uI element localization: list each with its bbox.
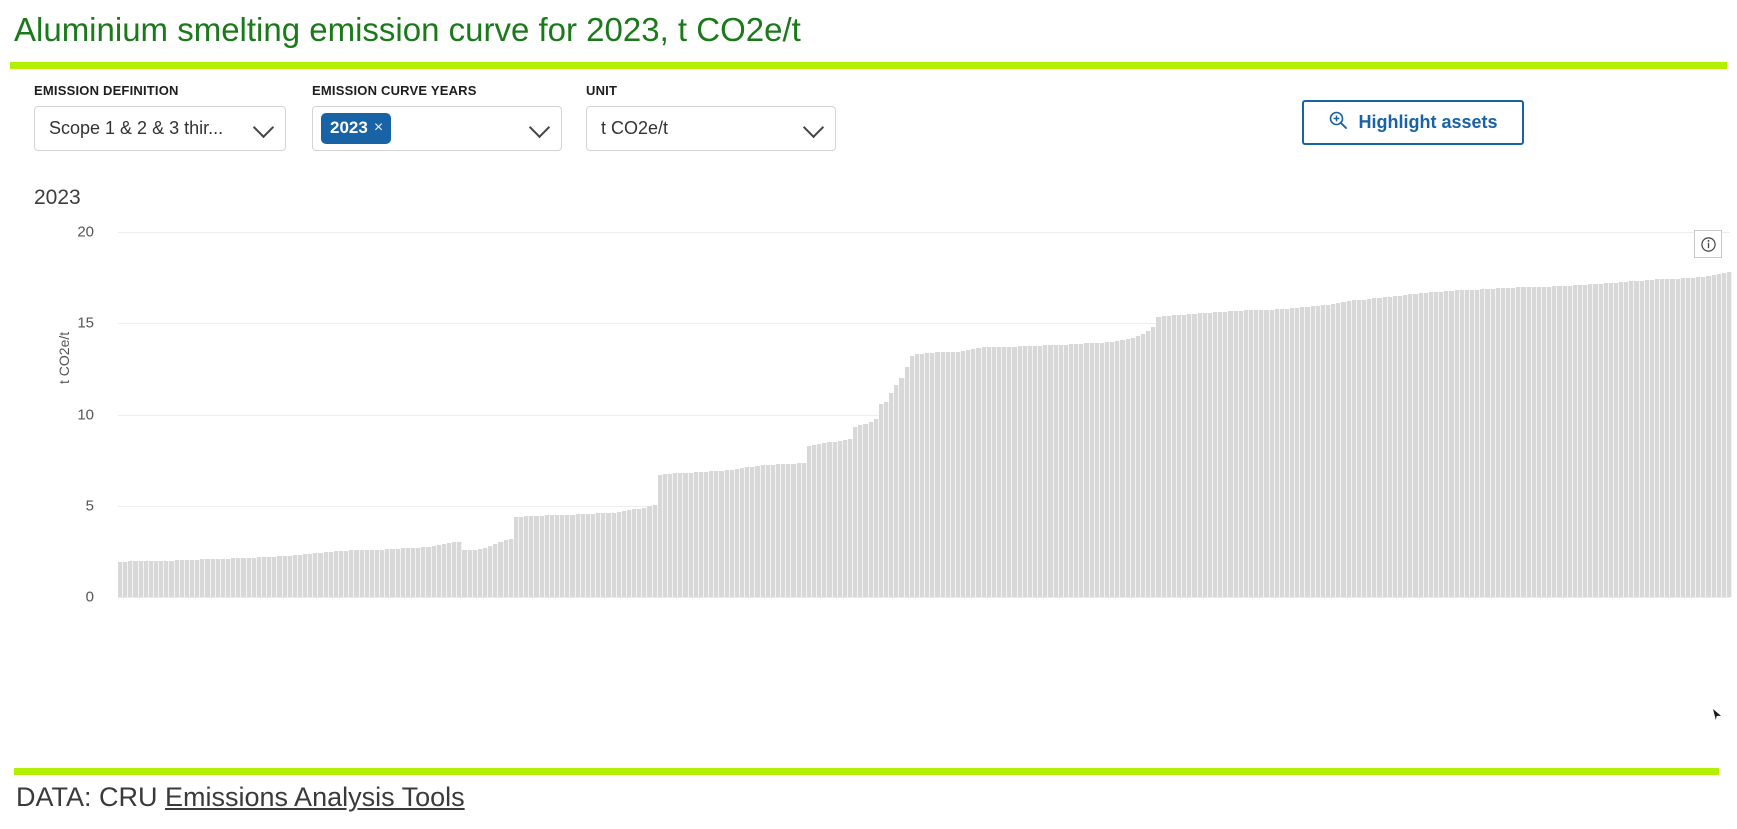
filter-unit: UNIT t CO2e/t: [586, 83, 836, 151]
unit-value: t CO2e/t: [601, 118, 669, 138]
zoom-in-icon: [1328, 110, 1348, 135]
footer-credit: DATA: CRU Emissions Analysis Tools: [16, 782, 465, 813]
filter-emission-curve-years: EMISSION CURVE YEARS 2023 ×: [312, 83, 562, 151]
chart-subtitle: 2023: [34, 186, 81, 209]
plot-wrapper: t CO2e/t 0 5 10 15 20: [0, 224, 1737, 606]
y-tick-label: 20: [77, 223, 94, 241]
page-title: Aluminium smelting emission curve for 20…: [14, 11, 801, 48]
y-tick-label: 5: [85, 497, 94, 515]
title-bar: Aluminium smelting emission curve for 20…: [0, 0, 1737, 56]
highlight-assets-button[interactable]: Highlight assets: [1302, 100, 1524, 145]
y-axis-tick-labels: 0 5 10 15 20: [0, 224, 110, 606]
chevron-down-icon: [252, 116, 275, 138]
chevron-down-icon: [802, 116, 825, 138]
year-chip-2023[interactable]: 2023 ×: [321, 113, 392, 144]
year-chip-label: 2023: [330, 118, 368, 137]
title-underline-rule: [10, 62, 1727, 69]
info-icon[interactable]: [1694, 230, 1722, 258]
emission-curve-years-select[interactable]: 2023 ×: [312, 106, 562, 151]
unit-select[interactable]: t CO2e/t: [586, 106, 836, 151]
emission-curve-years-label: EMISSION CURVE YEARS: [312, 83, 477, 98]
emission-definition-value: Scope 1 & 2 & 3 thir...: [49, 118, 224, 138]
emission-definition-select[interactable]: Scope 1 & 2 & 3 thir...: [34, 106, 286, 151]
chart-panel: 2023 t CO2e/t 0 5 10 15 20: [0, 174, 1737, 606]
filter-emission-definition: EMISSION DEFINITION Scope 1 & 2 & 3 thir…: [34, 83, 286, 151]
filters-toolbar: EMISSION DEFINITION Scope 1 & 2 & 3 thir…: [0, 69, 1737, 174]
footer-rule: [14, 768, 1719, 775]
emissions-analysis-tools-link[interactable]: Emissions Analysis Tools: [165, 782, 465, 812]
close-icon[interactable]: ×: [374, 119, 383, 137]
mouse-cursor: [1713, 709, 1721, 720]
plot-area: [118, 230, 1733, 598]
bar-series: [118, 232, 1733, 597]
highlight-assets-label: Highlight assets: [1358, 112, 1498, 132]
chevron-down-icon: [528, 116, 551, 138]
y-tick-label: 15: [77, 314, 94, 332]
bar[interactable]: [1727, 272, 1733, 597]
unit-label: UNIT: [586, 83, 618, 98]
y-tick-label: 10: [77, 406, 94, 423]
emission-definition-label: EMISSION DEFINITION: [34, 83, 179, 98]
y-tick-label: 0: [85, 588, 94, 606]
footer-prefix: DATA: CRU: [16, 782, 166, 812]
